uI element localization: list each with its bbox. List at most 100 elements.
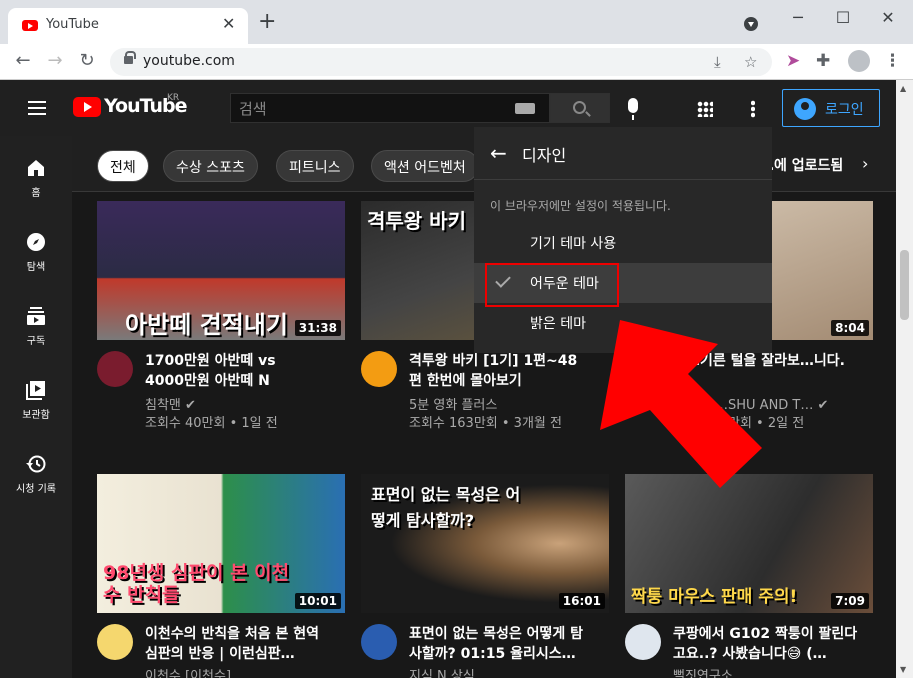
channel-name[interactable]: 5분 영화 플러스 (409, 397, 497, 415)
chip-action-adventure[interactable]: 액션 어드벤처 (371, 150, 479, 182)
scroll-down-icon[interactable]: ▼ (900, 665, 906, 674)
page-scrollbar[interactable]: ▲ ▼ (896, 80, 913, 678)
video-card[interactable]: 짝퉁 마우스 판매 주의! 7:09 쿠팡에서 G102 짝퉁이 팔린다고요..… (625, 474, 873, 678)
verified-icon: ✔ (185, 398, 196, 413)
search-button[interactable] (550, 93, 610, 123)
sidebar-item-subscriptions[interactable]: 구독 (0, 306, 72, 347)
search-icon (573, 101, 586, 114)
search-input[interactable]: 검색 (230, 93, 550, 123)
extensions-puzzle-icon[interactable]: ✚ (816, 51, 830, 71)
video-card[interactable]: 표면이 없는 목성은 어떻게 탐사할까? 16:01 표면이 없는 목성은 어떻… (361, 474, 609, 678)
menu-title: 디자인 (522, 146, 567, 165)
url-text[interactable]: youtube.com (143, 53, 235, 69)
extension-cursor-icon[interactable]: ➤ (786, 51, 800, 71)
video-meta: 조회수 163만회 • 3개월 전 (409, 416, 562, 431)
channel-name[interactable]: 이천수 [이천수] (145, 668, 231, 678)
apps-grid-icon[interactable] (697, 101, 713, 117)
bookmark-star-icon[interactable]: ☆ (744, 53, 757, 71)
sidebar-item-home[interactable]: 홈 (0, 158, 72, 199)
chip-water-sports[interactable]: 수상 스포츠 (163, 150, 258, 182)
chip-fitness[interactable]: 피트니스 (276, 150, 354, 182)
video-thumbnail[interactable]: 98년생 심판이 본 이천수 반칙들 10:01 (97, 474, 345, 613)
verified-icon: ✔ (817, 398, 829, 413)
tab-title: YouTube (46, 17, 99, 32)
chip-next-arrow-icon[interactable]: › (862, 154, 868, 173)
login-label: 로그인 (825, 102, 864, 118)
home-icon (28, 160, 44, 176)
lock-icon[interactable] (124, 51, 136, 64)
minimize-button[interactable]: ─ (788, 8, 808, 27)
subscriptions-icon (27, 307, 45, 325)
login-button[interactable]: 로그인 (782, 89, 880, 127)
video-title[interactable]: 쿠팡에서 G102 짝퉁이 팔린다고요..? 사봤습니다😅 (… (673, 624, 863, 664)
chip-all[interactable]: 전체 (97, 150, 149, 182)
video-card[interactable]: 아반떼 견적내기 31:38 1700만원 아반떼 vs 4000만원 아반떼 … (97, 201, 345, 431)
option-label: 밝은 테마 (530, 316, 586, 332)
scrollbar-thumb[interactable] (900, 250, 909, 320)
maximize-button[interactable]: ☐ (833, 8, 853, 27)
sidebar-item-label: 보관함 (22, 410, 50, 421)
channel-avatar[interactable] (625, 624, 661, 660)
back-arrow-icon[interactable]: ← (490, 141, 507, 165)
chrome-menu-icon[interactable]: ⋮ (884, 51, 901, 71)
guide-menu-icon[interactable] (28, 101, 46, 115)
reload-button[interactable]: ↻ (76, 50, 98, 71)
menu-note: 이 브라우저에만 설정이 적용됩니다. (490, 199, 671, 213)
thumbnail-caption: 표면이 없는 목성은 어떻게 탐사할까? (371, 485, 521, 530)
channel-name[interactable]: 지식 N 상식 (409, 668, 475, 678)
toolbar: ← → ↻ youtube.com ⤓ ☆ ➤ ✚ ⋮ (0, 44, 913, 80)
video-thumbnail[interactable]: 아반떼 견적내기 31:38 (97, 201, 345, 340)
channel-avatar[interactable] (97, 624, 133, 660)
channel-avatar[interactable] (361, 351, 397, 387)
sidebar-item-library[interactable]: 보관함 (0, 380, 72, 421)
video-meta: 조회수 40만회 • 1일 전 (145, 416, 278, 431)
forward-button[interactable]: → (44, 50, 66, 71)
address-bar[interactable]: youtube.com ⤓ ☆ (110, 48, 772, 76)
back-button[interactable]: ← (12, 50, 34, 71)
video-title[interactable]: 1700만원 아반떼 vs 4000만원 아반떼 N (145, 351, 315, 391)
guide-sidebar: 홈 탐색 구독 보관함 시청 기록 (0, 136, 72, 678)
channel-avatar[interactable] (97, 351, 133, 387)
explore-icon (27, 233, 45, 251)
tab-search-icon[interactable] (744, 17, 758, 31)
youtube-logo-icon[interactable] (73, 97, 101, 117)
channel-name[interactable]: 뻘짓연구소 (673, 668, 733, 678)
option-label: 기기 테마 사용 (530, 236, 617, 252)
thumbnail-caption: 짝퉁 마우스 판매 주의! (631, 587, 798, 607)
voice-search-icon[interactable] (628, 98, 638, 120)
video-title[interactable]: 격투왕 바키 [1기] 1편~48편 한번에 몰아보기 (409, 351, 579, 391)
duration-badge: 10:01 (294, 593, 341, 609)
keyboard-icon[interactable] (515, 103, 535, 114)
profile-avatar[interactable] (848, 50, 870, 72)
settings-menu-icon[interactable] (751, 100, 755, 118)
search-placeholder[interactable]: 검색 (239, 98, 267, 119)
annotation-arrow-icon (600, 320, 762, 488)
video-title[interactable]: 이천수의 반칙을 처음 본 현역심판의 반응 | 이런심판… (145, 624, 323, 664)
account-icon (794, 98, 816, 120)
youtube-favicon-icon (22, 20, 38, 31)
channel-avatar[interactable] (361, 624, 397, 660)
sidebar-item-history[interactable]: 시청 기록 (0, 454, 72, 495)
channel-name[interactable]: 침착맨 ✔ (145, 397, 196, 415)
sidebar-item-label: 탐색 (26, 262, 46, 273)
chip-recently-uploaded[interactable]: …에 업로드됨 (760, 155, 843, 175)
video-card[interactable]: 98년생 심판이 본 이천수 반칙들 10:01 이천수의 반칙을 처음 본 현… (97, 474, 345, 678)
thumbnail-caption: 아반떼 견적내기 (125, 311, 288, 339)
browser-tab[interactable]: YouTube ✕ (8, 8, 248, 44)
theme-option-device[interactable]: 기기 테마 사용 (474, 223, 772, 263)
tab-strip: YouTube ✕ + ─ ☐ ✕ (0, 0, 913, 44)
library-icon (26, 381, 45, 400)
video-title[interactable]: 표면이 없는 목성은 어떻게 탐사할까? 01:15 율리시스… (409, 624, 589, 664)
sidebar-item-label: 구독 (26, 336, 46, 347)
divider (474, 179, 772, 180)
close-tab-icon[interactable]: ✕ (222, 14, 235, 33)
scroll-up-icon[interactable]: ▲ (900, 84, 906, 93)
new-tab-button[interactable]: + (258, 11, 276, 33)
close-window-button[interactable]: ✕ (878, 8, 898, 27)
channel-name-text[interactable]: 침착맨 (145, 398, 181, 413)
sidebar-item-explore[interactable]: 탐색 (0, 232, 72, 273)
sidebar-item-label: 시청 기록 (16, 484, 56, 495)
install-app-icon[interactable]: ⤓ (714, 53, 721, 71)
video-thumbnail[interactable]: 짝퉁 마우스 판매 주의! 7:09 (625, 474, 873, 613)
video-thumbnail[interactable]: 표면이 없는 목성은 어떻게 탐사할까? 16:01 (361, 474, 609, 613)
